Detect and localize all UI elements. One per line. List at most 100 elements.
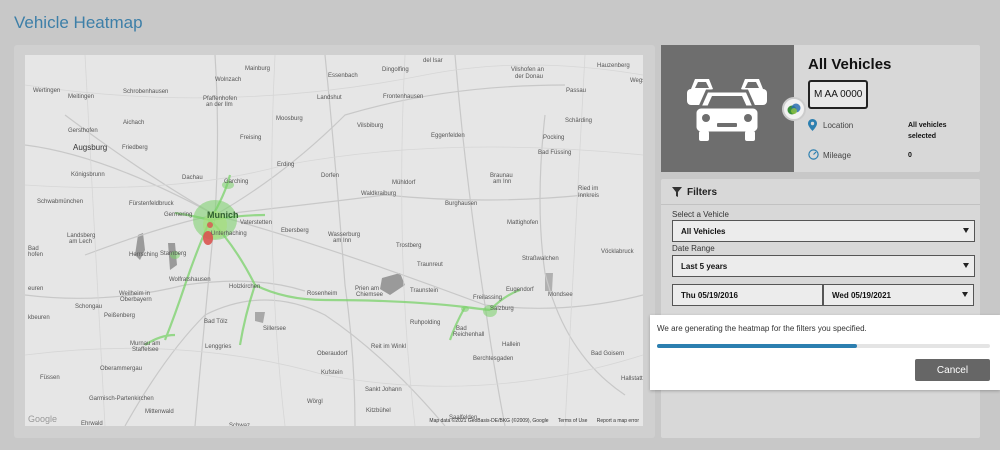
map-place-label: Hallein	[502, 342, 521, 348]
progress-message: We are generating the heatmap for the fi…	[657, 324, 867, 333]
map-place-label: Holzkirchen	[229, 284, 261, 290]
map-place-label: Straßwalchen	[522, 256, 559, 262]
map-place-label: Staffelsee	[132, 347, 159, 353]
chevron-down-icon	[963, 228, 969, 233]
progress-bar	[657, 344, 990, 348]
map-place-label: Vaterstetten	[240, 220, 272, 226]
map-card: Mainburg Wolnzach Essenbach Dingolfing del I…	[14, 45, 655, 438]
date-to-input[interactable]: Wed 05/19/2021	[823, 284, 974, 306]
map-place-label: Gersthofen	[68, 128, 98, 134]
map-place-label: Vöcklabruck	[601, 249, 634, 255]
mileage-value: 0	[908, 152, 912, 159]
map-place-label: Wegs	[630, 78, 643, 84]
lake-chiemsee	[380, 273, 405, 295]
map-place-label: Ruhpolding	[410, 320, 441, 326]
filters-title: Filters	[687, 187, 718, 198]
map-place-label: Ebersberg	[281, 228, 309, 234]
vehicle-select[interactable]: All Vehicles	[672, 220, 975, 242]
map-place-label: Garmisch-Partenkirchen	[89, 396, 154, 402]
map-place-label: Mattighofen	[507, 220, 539, 226]
map-place-label: Ehrwald	[81, 421, 103, 426]
map-place-label: Lenggries	[205, 344, 232, 350]
map-place-label: Ried im	[578, 186, 599, 192]
map-place-label: Mainburg	[245, 66, 271, 72]
date-range-select[interactable]: Last 5 years	[672, 255, 975, 277]
vehicle-card: All Vehicles M AA 0000 Location All vehi…	[661, 45, 980, 172]
map-place-label: Wertingen	[33, 88, 61, 94]
map-place-label: Peißenberg	[104, 313, 136, 319]
map-place-label: Trostberg	[396, 243, 422, 249]
location-value-line2: selected	[908, 133, 937, 140]
map-place-label: am Inn	[333, 238, 352, 244]
vehicle-name: All Vehicles	[808, 56, 892, 73]
map-place-label: Wolnzach	[215, 77, 242, 83]
cancel-button[interactable]: Cancel	[915, 359, 990, 381]
map-place-label: Füssen	[40, 375, 60, 381]
map-place-label: Mittenwald	[145, 409, 174, 415]
date-from-value: Thu 05/19/2016	[681, 291, 738, 300]
map-place-label: Erding	[277, 162, 295, 168]
map-place-label: Schongau	[75, 304, 103, 310]
page-title: Vehicle Heatmap	[14, 13, 143, 32]
map-place-label: Burghausen	[445, 201, 478, 207]
map-place-label: Reit im Winkl	[371, 344, 407, 350]
vehicle-image	[661, 45, 794, 172]
map-place-label: Mühldorf	[392, 180, 416, 186]
map-place-label: Frontenhausen	[383, 94, 424, 100]
report-map-error-link[interactable]: Report a map error	[597, 418, 639, 424]
map-place-label: Bad Füssing	[538, 150, 572, 156]
map-place-label: Rosenheim	[307, 291, 338, 297]
map-place-label: Schrobenhausen	[123, 89, 169, 95]
date-range-label: Date Range	[672, 244, 715, 253]
select-vehicle-label: Select a Vehicle	[672, 210, 729, 219]
map-place-label: Oberaudorf	[317, 351, 348, 357]
date-from-input[interactable]: Thu 05/19/2016	[672, 284, 823, 306]
cars-icon	[687, 79, 767, 141]
map-place-label: Schwabmünchen	[37, 199, 84, 205]
map-place-label: Salzburg	[490, 306, 514, 312]
date-range-select-value: Last 5 years	[681, 262, 728, 271]
map-place-label: Wolfratshausen	[169, 277, 211, 283]
map-place-label: Kufstein	[321, 370, 343, 376]
map-place-label: Garching	[224, 179, 249, 185]
map-place-label: am Lech	[69, 239, 93, 245]
map-place-label: Eugendorf	[506, 287, 534, 293]
map-place-label: Bad Tölz	[204, 319, 228, 325]
heatmap-map[interactable]: Mainburg Wolnzach Essenbach Dingolfing del I…	[25, 55, 643, 426]
google-logo: Google	[28, 414, 58, 424]
map-place-label: Augsburg	[73, 143, 108, 152]
map-place-label: Waldkraiburg	[361, 191, 397, 197]
map-place-label: Fürstenfeldbruck	[129, 201, 174, 207]
map-place-label: Schärding	[565, 118, 593, 124]
map-place-label: Essenbach	[328, 73, 358, 79]
vehicle-select-value: All Vehicles	[681, 227, 726, 236]
map-place-label: Chiemsee	[356, 292, 384, 298]
heatmap-progress-dialog: We are generating the heatmap for the fi…	[650, 315, 1000, 390]
map-footer: Map data ©2021 GeoBasis-DE/BKG (©2009), …	[421, 418, 639, 424]
map-place-label: Vilsbiburg	[357, 123, 384, 129]
map-place-label: am Inn	[493, 179, 512, 185]
map-place-label: Friedberg	[122, 145, 148, 151]
lake-tegernsee	[255, 312, 265, 323]
map-place-label: Mondsee	[548, 292, 573, 298]
map-place-label: Moosburg	[276, 116, 303, 122]
map-place-label: Eggenfelden	[431, 133, 465, 139]
map-place-label: Sillersee	[263, 326, 287, 332]
map-place-label: Schwaz	[229, 423, 251, 426]
filter-icon	[672, 187, 682, 197]
filters-header: Filters	[661, 179, 980, 205]
map-place-label: Herrsching	[129, 252, 159, 258]
progress-bar-fill	[657, 344, 857, 348]
chevron-down-icon	[963, 263, 969, 268]
map-place-label: Traunreut	[417, 262, 443, 268]
map-place-label: Reichenhall	[453, 332, 485, 338]
map-place-label: del Isar	[423, 58, 443, 64]
brand-logo-icon	[787, 103, 801, 115]
map-place-label: Traunstein	[410, 288, 439, 294]
map-place-label: Freilassing	[473, 295, 503, 301]
terms-of-use-link[interactable]: Terms of Use	[558, 418, 587, 424]
map-place-label: Oberammergau	[100, 366, 143, 372]
map-place-label: Landshut	[317, 95, 342, 101]
map-place-label: Munich	[207, 210, 239, 220]
mileage-label: Mileage	[823, 151, 852, 160]
